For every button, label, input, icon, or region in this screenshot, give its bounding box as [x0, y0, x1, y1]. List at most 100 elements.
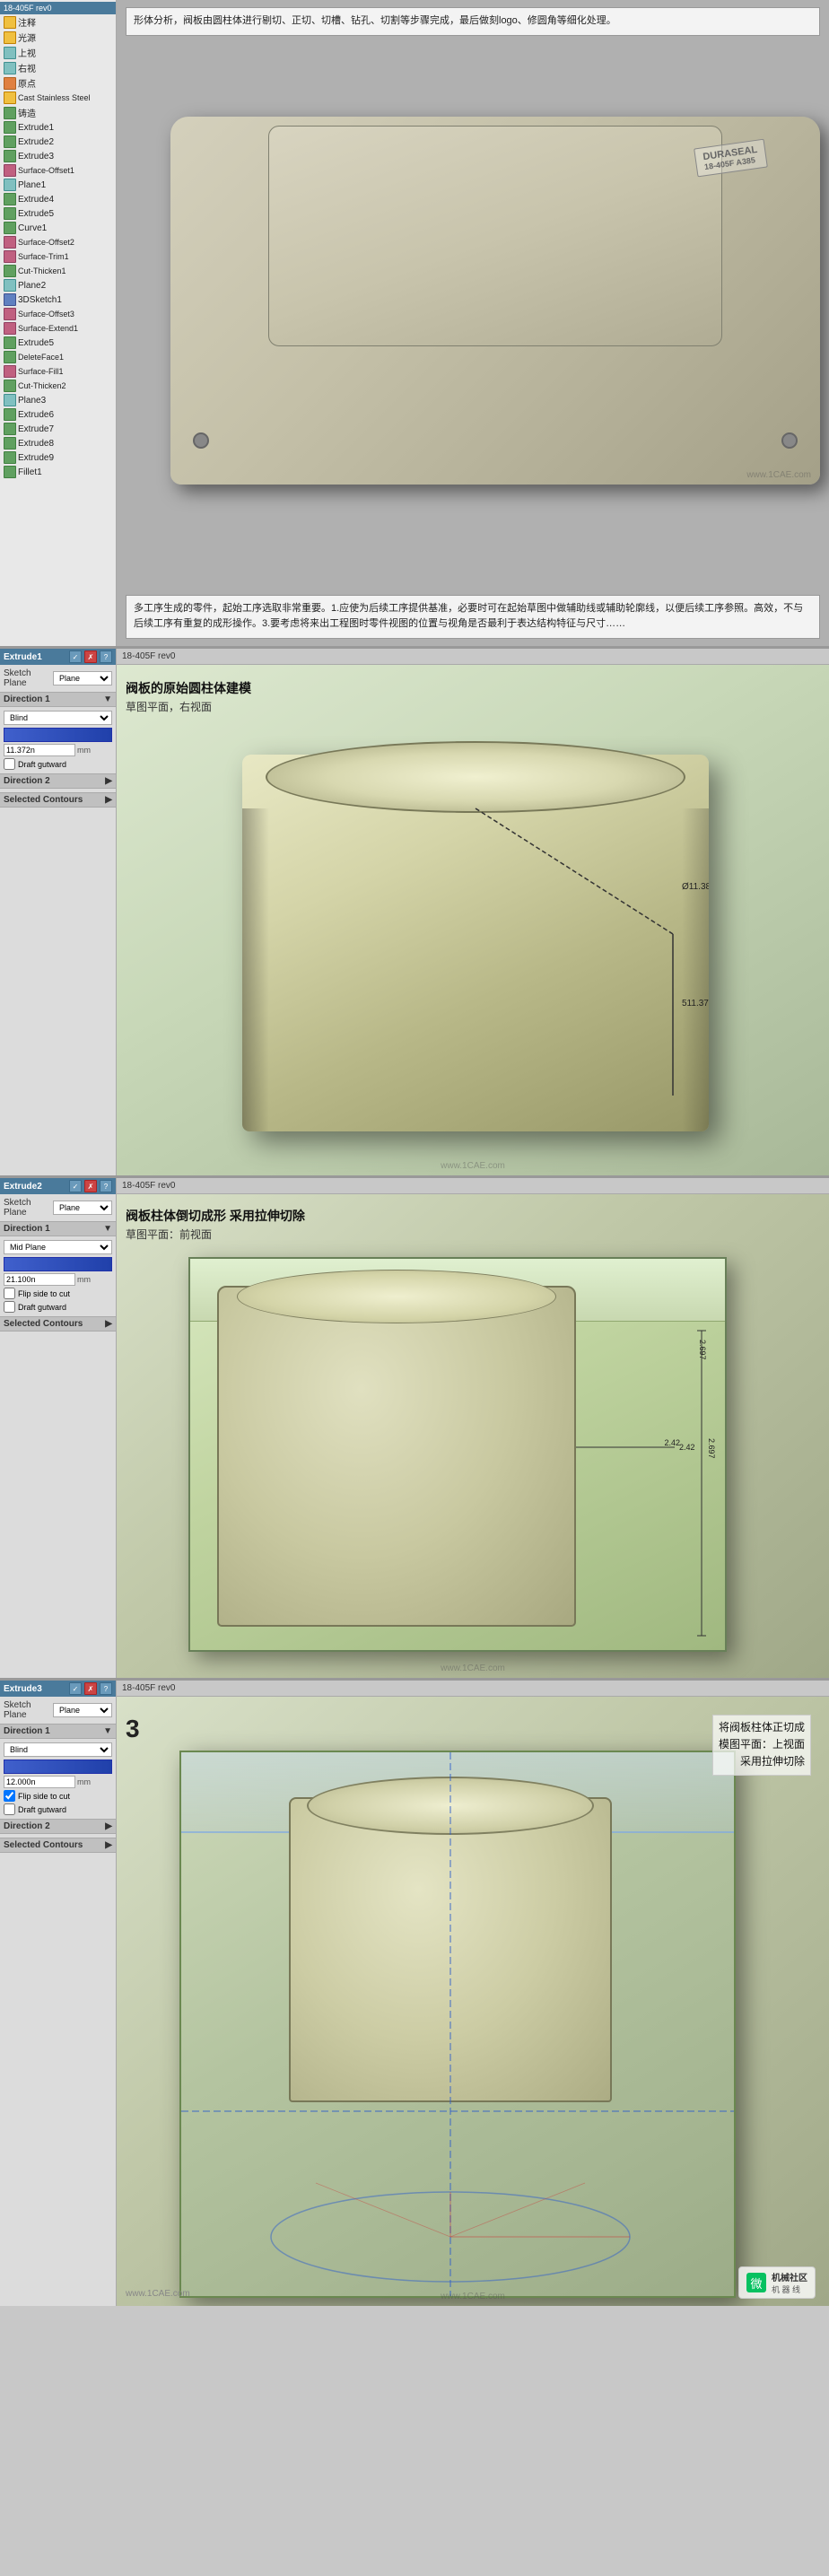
screw-hole-1 — [193, 432, 209, 449]
depth-input-row-3: mm — [4, 1776, 112, 1788]
flip-checkbox[interactable] — [4, 1288, 15, 1299]
step-note-line3: 采用拉伸切除 — [719, 1753, 805, 1770]
dir1-label-3: Direction 1 — [4, 1726, 50, 1736]
sidebar-item-casting[interactable]: 铸造 — [0, 105, 116, 120]
sidebar-item-annotations[interactable]: 注释 — [0, 14, 116, 30]
sidebar-label: Plane3 — [18, 396, 46, 406]
feature-icon — [4, 423, 16, 435]
sidebar-item-plane1[interactable]: Plane1 — [0, 178, 116, 192]
flip-label: Flip side to cut — [18, 1289, 70, 1298]
sidebar-item-deleteface1[interactable]: DeleteFace1 — [0, 350, 116, 364]
depth-bar-2 — [4, 1257, 112, 1271]
sketch-plane-select-2[interactable]: Plane — [53, 1201, 112, 1215]
sidebar-item-fillet1[interactable]: Fillet1 — [0, 465, 116, 479]
sidebar-item-extrude9[interactable]: Extrude9 — [0, 450, 116, 465]
draft-checkbox-3[interactable] — [4, 1803, 15, 1815]
sidebar-item-extrude7[interactable]: Extrude7 — [0, 422, 116, 436]
sidebar-item-3dsketch1[interactable]: 3DSketch1 — [0, 293, 116, 307]
extrude1-panel-header: Extrude1 ✓ ✗ ? — [0, 649, 116, 665]
sketch-plane-select[interactable]: Plane — [53, 671, 112, 685]
top-section: 18-405F rev0 注释 光源 上视 右视 原点 — [0, 0, 829, 646]
cylinder-top-in-box-3 — [307, 1777, 594, 1835]
sidebar-label: Plane1 — [18, 180, 46, 190]
sketch-label-2: Sketch Plane — [4, 1198, 53, 1218]
sidebar-item-lights[interactable]: 光源 — [0, 30, 116, 45]
sidebar-item-material[interactable]: Cast Stainless Steel — [0, 91, 116, 105]
draft-checkbox-2[interactable] — [4, 1301, 15, 1313]
dim-242: 2.42 — [664, 1438, 680, 1447]
draft-checkbox-row-3: Draft gutward — [4, 1803, 112, 1815]
help-button-2[interactable]: ? — [100, 1180, 112, 1192]
viewport-title-3: 18-405F rev0 — [122, 1181, 175, 1191]
draft-label: Draft gutward — [18, 760, 66, 769]
sketch-plane-select-3[interactable]: Plane — [53, 1703, 112, 1717]
sidebar-label: Surface-Trim1 — [18, 252, 69, 261]
sidebar-item-top-view[interactable]: 上视 — [0, 45, 116, 60]
depth-input-3[interactable] — [4, 1776, 75, 1788]
sidebar-item-extrude4[interactable]: Extrude4 — [0, 192, 116, 206]
extrude2-panel: Extrude2 ✓ ✗ ? Sketch Plane Plane Direct… — [0, 1178, 117, 1678]
sidebar-item-cut-thicken2[interactable]: Cut-Thicken2 — [0, 379, 116, 393]
sidebar-item-surface-offset1[interactable]: Surface-Offset1 — [0, 163, 116, 178]
extrude-type-select-2[interactable]: Mid Plane — [4, 1240, 112, 1254]
flip-checkbox-2[interactable] — [4, 1790, 15, 1802]
sidebar-item-extrude5a[interactable]: Extrude5 — [0, 206, 116, 221]
sidebar-item-curve1[interactable]: Curve1 — [0, 221, 116, 235]
depth-input-2[interactable] — [4, 1273, 75, 1286]
help-button[interactable]: ? — [100, 651, 112, 663]
sidebar-tree: 注释 光源 上视 右视 原点 Cast Stainless Steel — [0, 14, 116, 479]
sidebar-item-extrude5b[interactable]: Extrude5 — [0, 336, 116, 350]
sidebar-item-right-view[interactable]: 右视 — [0, 60, 116, 75]
ok-button-2[interactable]: ✓ — [69, 1180, 82, 1192]
cancel-button-2[interactable]: ✗ — [84, 1180, 97, 1192]
feature-icon — [4, 380, 16, 392]
sidebar-item-surface-offset3[interactable]: Surface-Offset3 — [0, 307, 116, 321]
sidebar-item-extrude2[interactable]: Extrude2 — [0, 135, 116, 149]
cancel-button[interactable]: ✗ — [84, 651, 97, 663]
wechat-icon: 微 — [746, 2273, 766, 2292]
extrude3-viewport: 18-405F rev0 3 将阀板柱体正切成 模图平面：上视面 采用拉伸切除 — [117, 1681, 829, 2306]
direction1-section: Direction 1 ▼ — [0, 692, 116, 707]
step-note-line2: 模图平面：上视面 — [719, 1736, 805, 1753]
direction2-section: Direction 2 ▶ — [0, 773, 116, 789]
sidebar-item-extrude3[interactable]: Extrude3 — [0, 149, 116, 163]
extrude-type-select[interactable]: Blind — [4, 711, 112, 725]
cae-watermark-4: www.1CAE.com — [441, 2292, 505, 2301]
extrude2-sub: 草图平面：前视面 — [126, 1227, 305, 1242]
cancel-button-3[interactable]: ✗ — [84, 1682, 97, 1695]
3d-part-body: DURASEAL 18-405F A385 — [170, 117, 820, 485]
sidebar-item-surface-offset2[interactable]: Surface-Offset2 — [0, 235, 116, 249]
sidebar-item-surface-trim1[interactable]: Surface-Trim1 — [0, 249, 116, 264]
help-button-3[interactable]: ? — [100, 1682, 112, 1695]
sidebar-item-surface-extend1[interactable]: Surface-Extend1 — [0, 321, 116, 336]
extrude2-label: 阀板柱体倒切成形 采用拉伸切除 草图平面：前视面 — [126, 1207, 305, 1242]
ok-button[interactable]: ✓ — [69, 651, 82, 663]
dir2-label: Direction 2 — [4, 776, 50, 786]
sidebar-item-origin[interactable]: 原点 — [0, 75, 116, 91]
surface-icon — [4, 322, 16, 335]
selected-contours-section-2: Selected Contours ▶ — [0, 1316, 116, 1332]
sidebar-item-cut-thicken1[interactable]: Cut-Thicken1 — [0, 264, 116, 278]
depth-input[interactable] — [4, 744, 75, 756]
sidebar-label: 原点 — [18, 76, 36, 90]
wechat-label: 机械社区 机 器 线 — [772, 2270, 807, 2295]
sidebar-label: Extrude1 — [18, 123, 54, 133]
extrude3-panel-header: Extrude3 ✓ ✗ ? — [0, 1681, 116, 1697]
depth-bar — [4, 728, 112, 742]
panel3-icons: ✓ ✗ ? — [69, 1682, 112, 1695]
sidebar-item-extrude8[interactable]: Extrude8 — [0, 436, 116, 450]
direction1-section-3: Direction 1 ▼ — [0, 1724, 116, 1739]
sidebar-item-extrude6[interactable]: Extrude6 — [0, 407, 116, 422]
ok-button-3[interactable]: ✓ — [69, 1682, 82, 1695]
sidebar-label: Plane2 — [18, 281, 46, 291]
dir1-chevron: ▼ — [103, 694, 112, 704]
sidebar-item-plane2[interactable]: Plane2 — [0, 278, 116, 293]
sidebar-item-plane3[interactable]: Plane3 — [0, 393, 116, 407]
draft-checkbox[interactable] — [4, 758, 15, 770]
sidebar-item-extrude1[interactable]: Extrude1 — [0, 120, 116, 135]
depth-unit: mm — [77, 746, 91, 755]
type-row-3: Blind — [4, 1742, 112, 1757]
viewport-title-bar-3: 18-405F rev0 — [117, 1178, 829, 1194]
sidebar-item-surface-fill1[interactable]: Surface-Fill1 — [0, 364, 116, 379]
extrude-type-select-3[interactable]: Blind — [4, 1742, 112, 1757]
